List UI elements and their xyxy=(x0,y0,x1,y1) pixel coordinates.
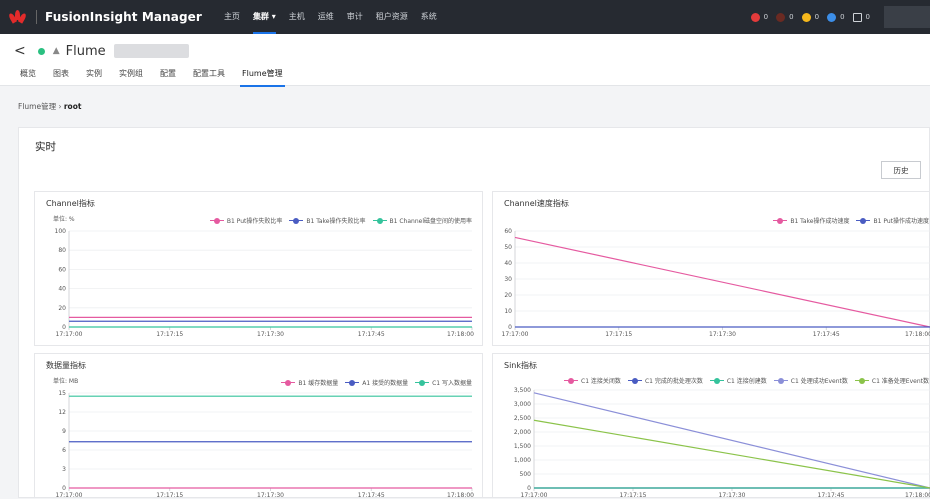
tab-2[interactable]: 实例 xyxy=(86,68,102,86)
breadcrumb-parent[interactable]: Flume管理 xyxy=(18,102,56,111)
y-tick-label: 9 xyxy=(62,428,66,435)
alarm-counters: 0 0 0 0 0 xyxy=(743,0,870,34)
panel-title: 实时 xyxy=(35,141,56,153)
alarm-level-icon xyxy=(776,12,786,22)
breadcrumb-current: root xyxy=(63,102,82,111)
series-line[interactable] xyxy=(533,419,930,489)
breadcrumb: Flume管理 › root xyxy=(18,101,81,112)
service-tabs: 概览 图表 实例 实例组 配置 配置工具 Flume管理 xyxy=(20,68,300,87)
chart-card-2: 数据量指标 单位: MB B1 缓存数据量 A1 接受的数据量 C1 写入数据量 0 3 6 9… xyxy=(34,353,483,499)
alarm-level-icon xyxy=(801,12,811,22)
y-tick-label: 0 xyxy=(62,324,66,331)
chart-card-0: Channel指标 单位: % B1 Put操作失败比率 B1 Take操作失败比率 B… xyxy=(34,191,483,346)
masked-cluster-name xyxy=(113,44,189,58)
nav-item-5[interactable]: 租户资源 xyxy=(376,0,408,34)
y-tick-label: 40 xyxy=(58,286,66,293)
y-tick-label: 500 xyxy=(520,471,532,478)
x-tick-label: 17:17:00 xyxy=(502,331,529,338)
chart-card-3: Sink指标 C1 连接关闭数 C1 完成的批处理次数 C1 连接创建数 C1 处理成功… xyxy=(492,353,930,499)
y-tick-label: 10 xyxy=(504,308,512,315)
nav-item-2[interactable]: 主机 xyxy=(289,0,305,34)
x-tick-label: 17:17:30 xyxy=(709,331,736,338)
alarm-count: 0 xyxy=(789,13,794,21)
top-bar: FusionInsight Manager 主页 集群 ▾ 主机 运维 审计 租户资源 系统… xyxy=(0,0,930,34)
x-tick-label: 17:17:45 xyxy=(813,331,840,338)
nav-item-0[interactable]: 主页 xyxy=(224,0,240,34)
x-tick-label: 17:17:15 xyxy=(605,331,632,338)
list-icon xyxy=(852,12,862,22)
alarm-count: 0 xyxy=(763,13,769,21)
y-tick-label: 6 xyxy=(62,447,66,454)
x-tick-label: 17:17:30 xyxy=(257,331,284,338)
y-tick-label: 0 xyxy=(62,485,66,492)
y-tick-label: 12 xyxy=(58,409,66,416)
alarm-counter-0[interactable]: 0 xyxy=(750,12,769,22)
y-tick-label: 80 xyxy=(58,247,66,254)
brand-divider xyxy=(36,10,37,24)
nav-item-1[interactable]: 集群 ▾ xyxy=(252,0,276,34)
app-title[interactable]: FusionInsight Manager xyxy=(45,10,202,24)
chart-plot: 0 10 20 30 40 50 60 17:17:00 17:17:15 17:17:30 17:… xyxy=(502,228,930,338)
y-tick-label: 60 xyxy=(58,266,66,273)
alarm-counter-4[interactable]: 0 xyxy=(852,12,870,22)
status-healthy-icon xyxy=(37,47,45,55)
y-tick-label: 0 xyxy=(527,485,531,492)
y-tick-label: 1,500 xyxy=(514,443,531,450)
y-tick-label: 3,500 xyxy=(514,387,531,394)
chart-plot: 05001,0001,5002,0002,5003,0003,50017:17:… xyxy=(514,387,930,499)
x-tick-label: 17:17:00 xyxy=(56,331,83,338)
chart-plot: 0369121517:17:00 17:17:15 17:17:30 17:17:45… xyxy=(56,390,475,499)
tab-0[interactable]: 概览 xyxy=(20,68,36,86)
y-tick-label: 100 xyxy=(55,228,67,235)
service-header: < ▲ Flume 概览 图表 实例 实例组 配置 配置工具 Flume管理 xyxy=(0,34,930,87)
nav-item-3[interactable]: 运维 xyxy=(318,0,334,34)
y-tick-label: 2,000 xyxy=(514,429,531,436)
x-tick-label: 17:17:15 xyxy=(156,331,183,338)
y-tick-label: 0 xyxy=(508,324,512,331)
alarm-count: 0 xyxy=(865,13,870,21)
y-tick-label: 3,000 xyxy=(514,401,531,408)
x-tick-label: 17:18:00 xyxy=(447,331,474,338)
huawei-logo-icon xyxy=(7,10,28,24)
y-tick-label: 40 xyxy=(504,260,512,267)
alarm-count: 0 xyxy=(840,13,845,21)
nav-item-4[interactable]: 审计 xyxy=(347,0,363,34)
chart-plot: 0 20 40 60 80 100 17:17:00 17:17:15 17:17:30 17:1… xyxy=(55,228,475,338)
y-tick-label: 20 xyxy=(504,292,512,299)
chart-card-1: Channel速度指标 B1 Take操作成功速度 B1 Put操作成功速度 0 10 2… xyxy=(492,191,930,346)
tab-3[interactable]: 实例组 xyxy=(119,68,143,86)
alarm-counter-3[interactable]: 0 xyxy=(827,12,845,22)
tab-6[interactable]: Flume管理 xyxy=(240,68,285,87)
service-icon: ▲ xyxy=(52,46,60,56)
alarm-count: 0 xyxy=(814,13,820,21)
alarm-counter-1[interactable]: 0 xyxy=(776,12,794,22)
y-tick-label: 30 xyxy=(504,276,512,283)
y-tick-label: 15 xyxy=(58,390,66,397)
y-tick-label: 50 xyxy=(504,244,512,251)
y-tick-label: 3 xyxy=(62,466,66,473)
service-name: Flume xyxy=(65,43,106,59)
nav-item-6[interactable]: 系统 xyxy=(421,0,437,34)
x-tick-label: 17:17:45 xyxy=(358,331,385,338)
tab-5[interactable]: 配置工具 xyxy=(193,68,225,86)
main-nav: 主页 集群 ▾ 主机 运维 审计 租户资源 系统 xyxy=(224,0,450,34)
y-tick-label: 1,000 xyxy=(514,457,531,464)
tab-4[interactable]: 配置 xyxy=(160,68,176,86)
y-tick-label: 2,500 xyxy=(514,415,531,422)
y-tick-label: 60 xyxy=(504,228,512,235)
series-line[interactable] xyxy=(514,236,930,328)
back-icon[interactable]: < xyxy=(14,43,26,59)
tab-1[interactable]: 图表 xyxy=(53,68,69,86)
alarm-counter-2[interactable]: 0 xyxy=(801,12,820,22)
history-button[interactable]: 历史 xyxy=(881,161,921,179)
user-menu[interactable] xyxy=(884,6,930,28)
alarm-level-icon xyxy=(827,12,837,22)
alarm-level-icon xyxy=(750,12,760,22)
y-tick-label: 20 xyxy=(58,305,66,312)
x-tick-label: 17:18:00 xyxy=(905,331,930,338)
